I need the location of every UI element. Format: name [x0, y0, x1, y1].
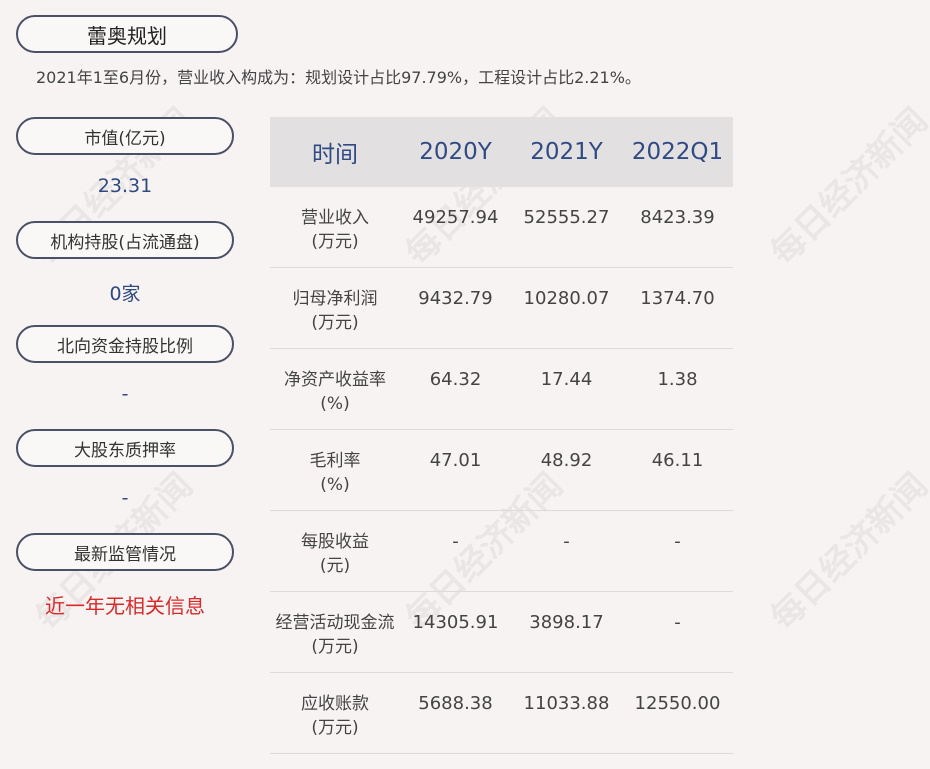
row-label: 应收账款 (万元) [301, 694, 369, 738]
company-name: 蕾奥规划 [16, 15, 238, 53]
header-2021y: 2021Y [530, 139, 603, 165]
cell: 46.11 [651, 450, 704, 471]
regulatory-status-value: 近一年无相关信息 [45, 594, 205, 618]
header-2022q1: 2022Q1 [631, 139, 724, 165]
table-header: 时间 2020Y 2021Y 2022Q1 [270, 117, 733, 187]
cell: - [563, 531, 570, 552]
header-period: 时间 [312, 142, 358, 168]
institutional-holding-label: 机构持股(占流通盘) [16, 221, 234, 259]
cell: - [674, 531, 681, 552]
pledge-ratio-value: - [121, 487, 129, 509]
cell: 17.44 [540, 369, 593, 390]
table-row: 经营活动现金流 (万元) 14305.91 3898.17 - [270, 592, 733, 673]
table-row: 每股收益 (元) - - - [270, 511, 733, 592]
row-label: 毛利率 (%) [309, 451, 361, 495]
revenue-summary: 2021年1至6月份，营业收入构成为：规划设计占比97.79%，工程设计占比2.… [36, 68, 641, 87]
cell: 9432.79 [418, 288, 493, 309]
cell: 10280.07 [523, 288, 610, 309]
cell: 47.01 [429, 450, 482, 471]
row-label: 营业收入 (万元) [301, 208, 369, 252]
table-row: 毛利率 (%) 47.01 48.92 46.11 [270, 430, 733, 511]
cell: 5688.38 [418, 693, 493, 714]
market-cap-value: 23.31 [97, 175, 153, 197]
market-cap-label: 市值(亿元) [16, 117, 234, 155]
cell: 1.38 [657, 369, 698, 390]
row-label: 净资产收益率 (%) [284, 370, 386, 414]
table-row: 营业收入 (万元) 49257.94 52555.27 8423.39 [270, 187, 733, 268]
cell: 12550.00 [634, 693, 721, 714]
watermark: 每日经济新闻 [763, 465, 930, 639]
cell: - [452, 531, 459, 552]
cell: 14305.91 [412, 612, 499, 633]
table-row: 应收账款 (万元) 5688.38 11033.88 12550.00 [270, 673, 733, 754]
cell: 8423.39 [640, 207, 715, 228]
row-label: 每股收益 (元) [301, 532, 369, 576]
cell: 64.32 [429, 369, 482, 390]
cell: 49257.94 [412, 207, 499, 228]
pledge-ratio-label: 大股东质押率 [16, 429, 234, 467]
regulatory-status-label: 最新监管情况 [16, 533, 234, 571]
watermark: 每日经济新闻 [763, 100, 930, 274]
row-label: 归母净利润 (万元) [292, 289, 378, 333]
cell: 52555.27 [523, 207, 610, 228]
table-row: 净资产收益率 (%) 64.32 17.44 1.38 [270, 349, 733, 430]
row-label: 经营活动现金流 (万元) [275, 613, 395, 657]
institutional-holding-value: 0家 [109, 283, 141, 305]
cell: 1374.70 [640, 288, 715, 309]
cell: 11033.88 [523, 693, 610, 714]
table-row: 归母净利润 (万元) 9432.79 10280.07 1374.70 [270, 268, 733, 349]
northbound-ratio-label: 北向资金持股比例 [16, 325, 234, 363]
cell: 3898.17 [529, 612, 604, 633]
cell: 48.92 [540, 450, 593, 471]
northbound-ratio-value: - [121, 383, 129, 405]
header-2020y: 2020Y [419, 139, 492, 165]
cell: - [674, 612, 681, 633]
